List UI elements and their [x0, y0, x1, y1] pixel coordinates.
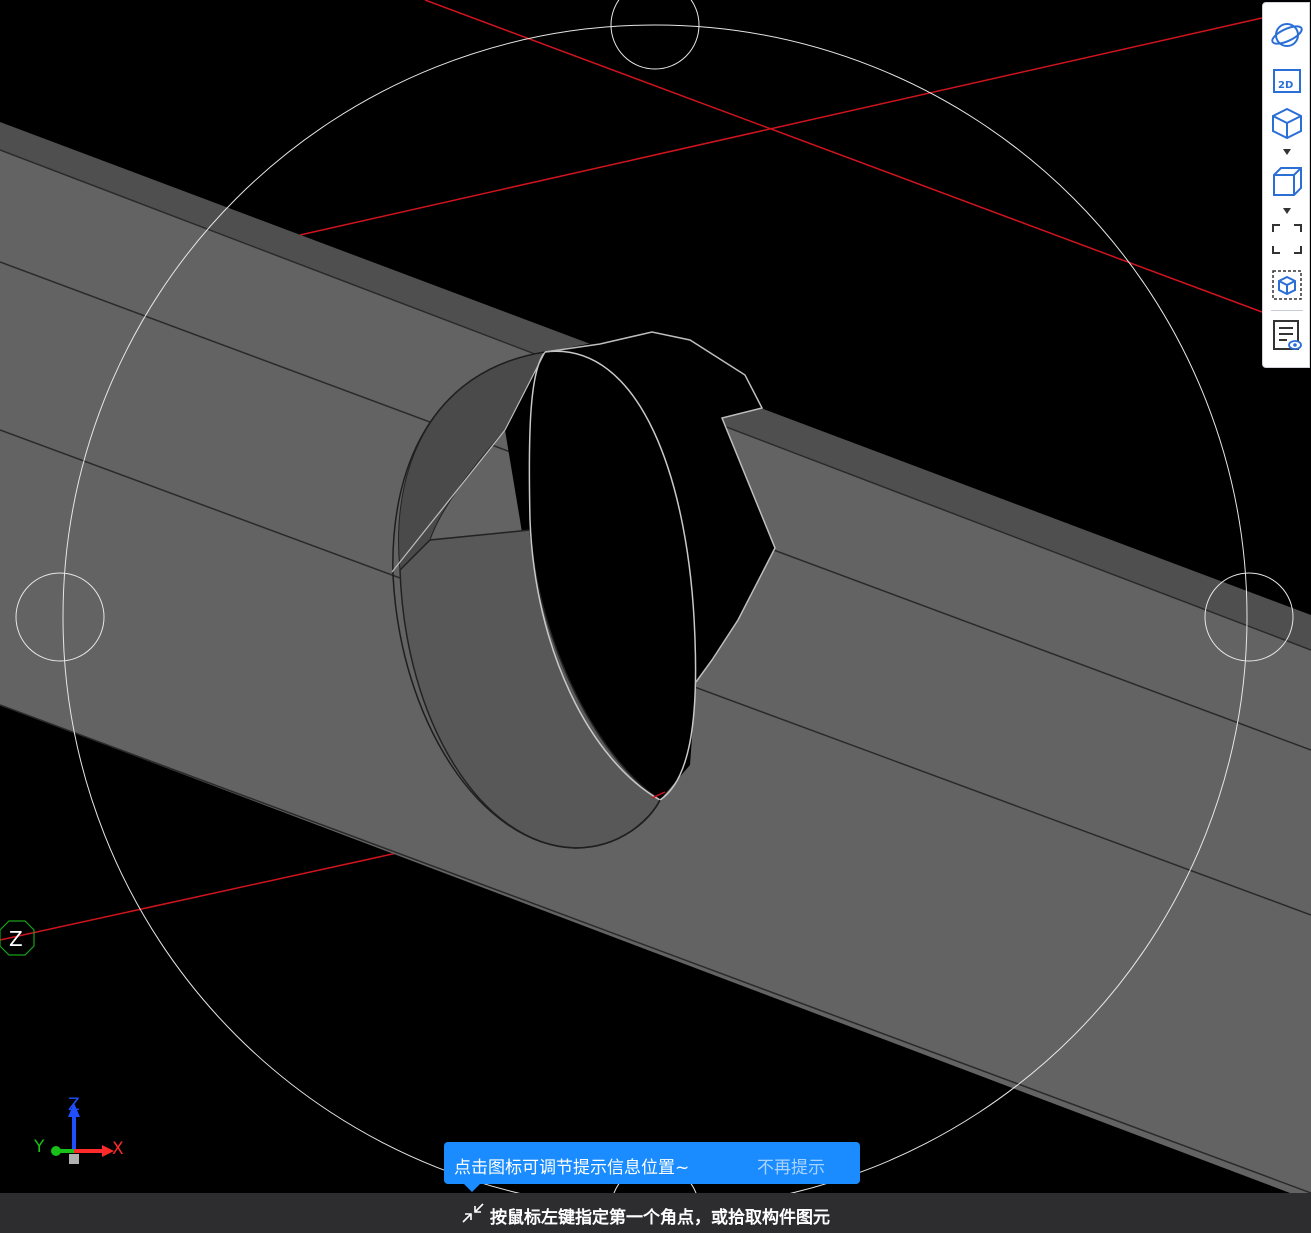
fit-window-button[interactable] [1267, 219, 1307, 259]
status-prompt-text: 按鼠标左键指定第一个角点，或拾取构件图元 [490, 1208, 830, 1228]
view-toolbar: 2D [1262, 2, 1310, 368]
svg-text:2D: 2D [1278, 80, 1293, 91]
box-display-dropdown-icon[interactable] [1280, 206, 1294, 216]
3d-view-dropdown-icon[interactable] [1280, 147, 1294, 157]
reference-line [299, 17, 1263, 236]
box-display-icon [1273, 167, 1302, 196]
selection-box-icon [1272, 270, 1302, 300]
axis-triad: Z Y X [30, 1093, 130, 1173]
collapse-arrows-icon[interactable] [460, 1201, 486, 1225]
3d-view-button[interactable] [1267, 103, 1307, 143]
orbit-handle-top[interactable] [610, 0, 700, 70]
axis-y-label: Y [34, 1137, 45, 1157]
hint-text: 点击图标可调节提示信息位置~ [454, 1158, 690, 1178]
axis-z-label: Z [68, 1095, 80, 1115]
axis-x-label: X [112, 1139, 124, 1159]
selection-box-button[interactable] [1267, 265, 1307, 305]
orbit-button[interactable] [1267, 15, 1307, 55]
orbit-icon [1271, 23, 1303, 47]
z-marker-label: Z [9, 927, 23, 951]
box-display-button[interactable] [1267, 161, 1307, 201]
reference-line [0, 847, 421, 941]
2d-view-icon: 2D [1273, 69, 1301, 93]
3d-viewport[interactable]: Z [0, 0, 1311, 1193]
3d-view-icon [1272, 107, 1302, 140]
property-view-icon [1273, 320, 1302, 350]
property-view-button[interactable] [1267, 315, 1307, 355]
hint-tooltip: 点击图标可调节提示信息位置~ 不再提示 [444, 1142, 860, 1192]
hint-arrow [464, 1184, 480, 1192]
hint-dismiss-button[interactable]: 不再提示 [757, 1153, 825, 1178]
fit-window-icon [1272, 224, 1302, 254]
2d-view-button[interactable]: 2D [1267, 61, 1307, 101]
